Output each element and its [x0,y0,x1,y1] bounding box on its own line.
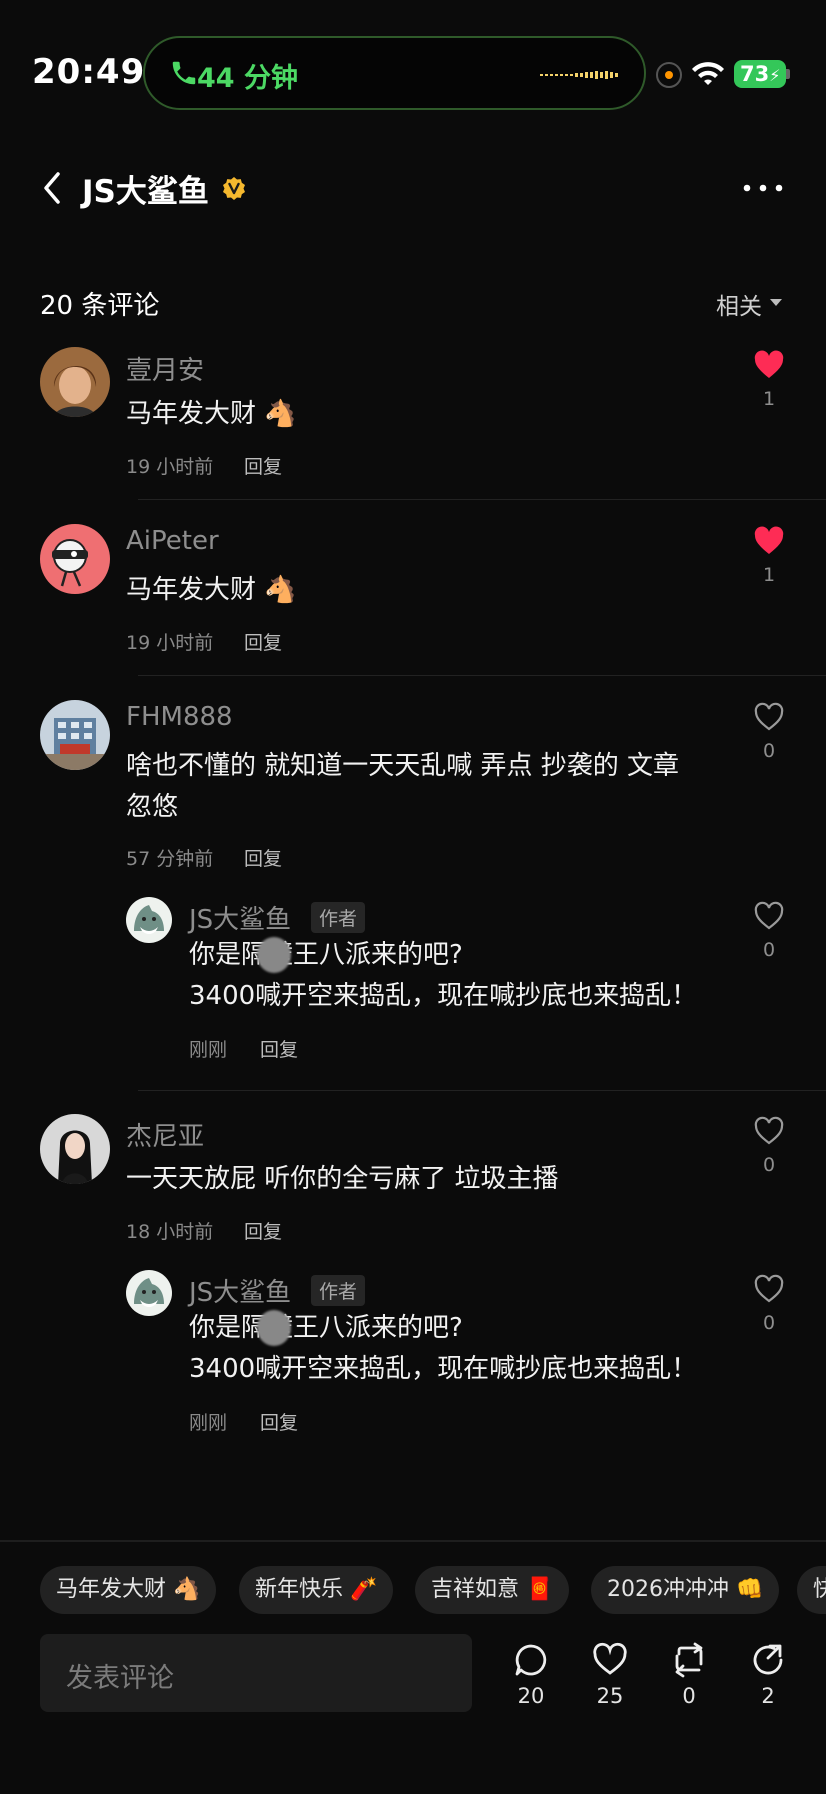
comment-username[interactable]: FHM888 [126,702,233,732]
reply-button[interactable]: 回复 [244,628,282,655]
battery-indicator: 73⚡ [734,60,786,88]
wifi-icon [692,62,724,85]
comment-time: 19 小时前 [126,632,214,654]
divider [0,1540,826,1542]
reply-time: 刚刚 [189,1412,228,1434]
call-duration: 44 分钟 [197,63,298,94]
page-title: JS大鲨鱼 [82,174,209,210]
quick-comment-chip[interactable]: 马年发大财 🐴 [40,1566,217,1614]
reply-text-a: 你是隔 [189,1313,268,1343]
comment-username[interactable]: AiPeter [126,526,219,556]
back-chevron-icon[interactable] [40,170,64,206]
user-photo-icon [40,1114,110,1184]
comment-input[interactable]: 发表评论 [40,1634,472,1712]
shark-avatar-icon [126,1270,172,1316]
heart-outline-icon[interactable] [592,1642,628,1678]
reply-time: 刚刚 [189,1039,228,1061]
heart-filled-icon[interactable] [753,350,785,380]
avatar[interactable] [40,347,110,417]
shark-avatar-icon [126,897,172,943]
heart-outline-icon[interactable] [753,1274,785,1304]
comment-bubble-icon[interactable] [513,1642,549,1678]
user-photo-icon [40,347,110,417]
reply-username[interactable]: JS大鲨鱼 [189,1272,291,1309]
author-tag: 作者 [311,902,366,933]
comment-text-line1: 啥也不懂的 就知道一天天乱喊 弄点 抄袭的 文章 [126,751,680,781]
battery-level: 73 [740,62,770,86]
like-count: 0 [762,1154,776,1176]
author-avatar[interactable] [126,897,172,943]
like-count: 1 [762,388,776,410]
reply-username[interactable]: JS大鲨鱼 [189,899,291,936]
reply-button[interactable]: 回复 [244,452,282,479]
battery-cap [786,69,790,79]
comment-text: 马年发大财 🐴 [126,399,297,429]
reply-text-line1: 你是隔壁王八派来的吧? [189,935,463,976]
comment-time: 18 小时前 [126,1221,214,1243]
comment-text: 一天天放屁 听你的全亏麻了 垃圾主播 [126,1164,559,1194]
reply-text-a: 你是隔 [189,940,268,970]
repost-count-action: 0 [682,1684,696,1708]
reply-button[interactable]: 回复 [260,1035,298,1062]
comment-username[interactable]: 杰尼亚 [126,1116,204,1153]
like-count: 0 [762,1312,776,1334]
divider [138,675,826,676]
call-pill[interactable]: 44 分钟 [143,36,646,110]
comment-input-placeholder: 发表评论 [66,1663,174,1694]
comment-count-action: 20 [517,1684,545,1708]
reply-text-line1: 你是隔壁王八派来的吧? [189,1308,463,1349]
avatar[interactable] [40,700,110,770]
reply-button[interactable]: 回复 [244,844,282,871]
quick-comment-chip[interactable]: 2026冲冲冲 👊 [591,1566,780,1614]
author-tag: 作者 [311,1275,366,1306]
like-count: 0 [762,740,776,762]
comment-text-line2: 忽悠 [126,792,179,822]
reply-text-line2: 3400喊开空来捣乱，现在喊抄底也来捣乱！ [189,981,698,1011]
more-options-icon[interactable] [742,170,784,206]
divider [138,499,826,500]
like-count: 1 [762,564,776,586]
privacy-indicator-icon [656,62,682,88]
comment-username[interactable]: 壹月安 [126,350,204,387]
heart-outline-icon[interactable] [753,702,785,732]
comment-time: 19 小时前 [126,456,214,478]
share-icon[interactable] [750,1642,786,1678]
building-photo-icon [40,700,110,770]
comment-text: 马年发大财 🐴 [126,575,297,605]
audio-wave-icon [540,71,618,79]
reply-text-line2: 3400喊开空来捣乱，现在喊抄底也来捣乱！ [189,1354,698,1384]
censor-blur [257,1310,291,1346]
like-count: 0 [762,939,776,961]
reply-button[interactable]: 回复 [260,1408,298,1435]
heart-filled-icon[interactable] [753,526,785,556]
heart-outline-icon[interactable] [753,901,785,931]
caret-down-icon [770,299,782,306]
phone-icon [172,61,196,85]
robot-avatar-icon [40,524,110,594]
comment-time: 57 分钟前 [126,848,214,870]
avatar[interactable] [40,524,110,594]
share-count-action: 2 [761,1684,775,1708]
censor-blur [257,937,291,973]
repost-icon[interactable] [671,1642,707,1678]
quick-comment-chip[interactable]: 吉祥如意 🧧 [415,1566,570,1614]
author-avatar[interactable] [126,1270,172,1316]
avatar[interactable] [40,1114,110,1184]
reply-button[interactable]: 回复 [244,1217,282,1244]
reply-text-b: 壁王八派来的吧? [267,1313,463,1343]
comment-count: 20 条评论 [40,291,160,321]
divider [138,1090,826,1091]
reply-text-b: 壁王八派来的吧? [267,940,463,970]
status-time: 20:49 [32,52,146,92]
heart-outline-icon[interactable] [753,1116,785,1146]
like-count-action: 25 [596,1684,624,1708]
quick-comment-chip[interactable]: 新年快乐 🧨 [239,1566,394,1614]
verified-badge-icon [223,177,245,200]
quick-comment-chip[interactable]: 快 [797,1566,826,1614]
sort-dropdown[interactable]: 相关 [716,287,762,321]
